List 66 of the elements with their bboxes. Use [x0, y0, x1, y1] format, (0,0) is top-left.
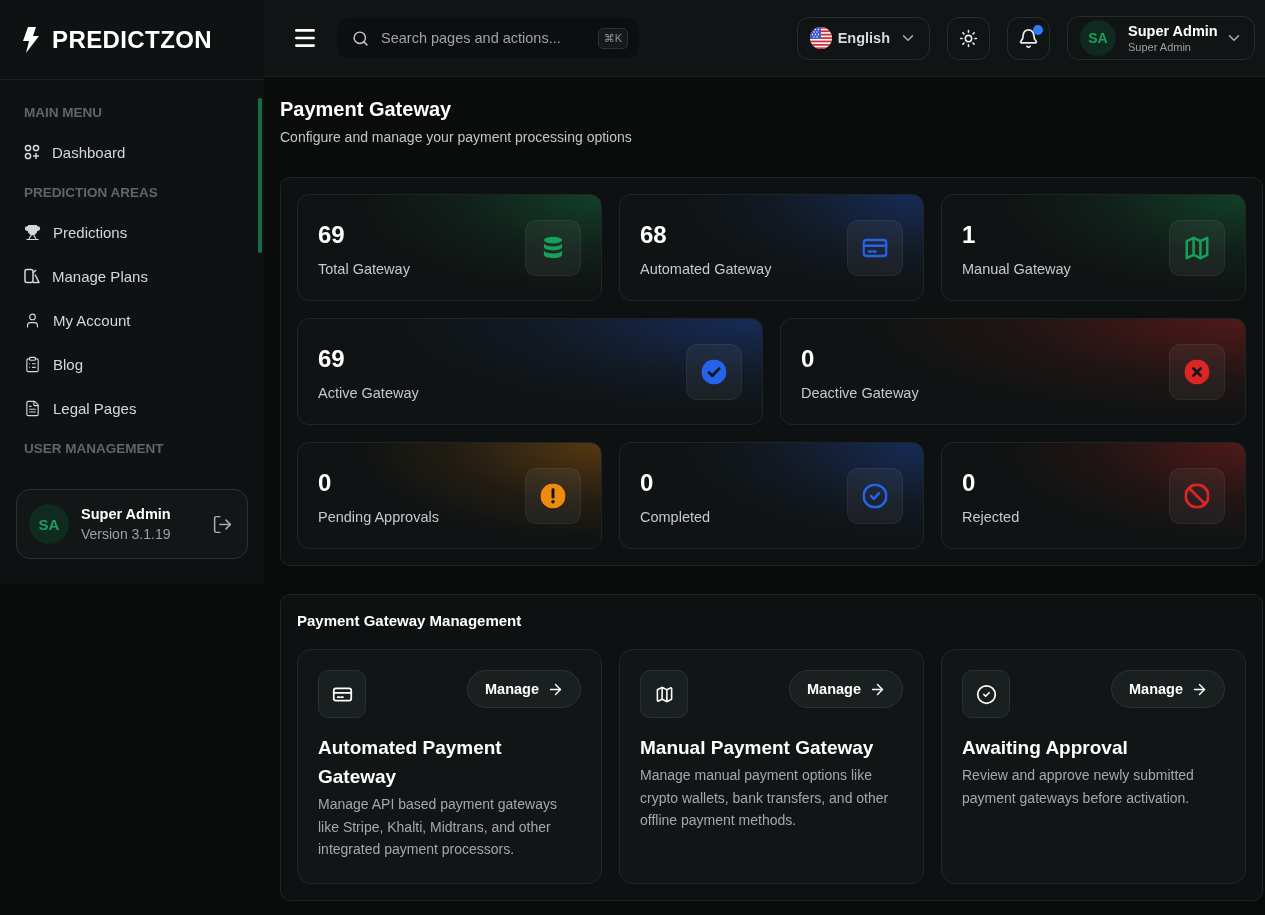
logo-text: PREDICTZON — [52, 25, 212, 54]
stat-value: 0 — [962, 467, 977, 498]
sun-icon — [959, 28, 978, 48]
manage-button[interactable]: Manage — [789, 670, 903, 708]
section-title: Payment Gateway Management — [297, 611, 523, 631]
card-description: Manage API based payment gateways like Stripe, Khalti, Midtrans, and other integrated payment processors. — [318, 795, 558, 859]
bolt-icon — [22, 26, 40, 53]
document-icon — [24, 399, 41, 417]
stat-label: Total Gateway — [318, 259, 410, 279]
card-description: Review and approve newly submitted payment gateways before activation. — [962, 766, 1195, 808]
sidebar-item[interactable]: Predictions — [24, 210, 240, 254]
shapes-icon — [24, 268, 40, 284]
flag-icon — [809, 27, 832, 49]
grid-icon — [24, 144, 40, 160]
stat-value: 0 — [318, 467, 333, 498]
sidebar-item[interactable]: Blog — [24, 342, 240, 386]
stat-value: 1 — [962, 219, 977, 250]
stat-label: Rejected — [962, 507, 1020, 527]
logout-button[interactable] — [212, 513, 233, 535]
stat-value: 69 — [318, 219, 346, 250]
page-title: Payment Gateway — [280, 97, 453, 122]
theme-toggle[interactable] — [947, 16, 990, 60]
manage-button[interactable]: Manage — [467, 670, 581, 708]
stat-label: Active Gateway — [318, 383, 419, 403]
logout-icon — [212, 513, 233, 535]
sidebar-item[interactable]: Legal Pages — [24, 386, 240, 430]
database-icon — [525, 219, 581, 276]
clipboard-icon — [24, 355, 41, 373]
stat-label: Completed — [640, 507, 711, 527]
stat-label: Manual Gateway — [962, 259, 1071, 279]
trophy-icon — [24, 223, 41, 241]
section-heading: USER MANAGEMENT — [24, 440, 165, 458]
scrollbar-thumb[interactable] — [258, 98, 262, 253]
stat-label: Pending Approvals — [318, 507, 439, 527]
language-select[interactable]: English — [796, 16, 930, 60]
sidebar-item[interactable]: Dashboard — [24, 130, 240, 174]
search-icon — [352, 29, 369, 47]
section-heading: PREDICTION AREAS — [24, 184, 159, 202]
section-heading: MAIN MENU — [24, 104, 103, 122]
stat-value: 69 — [318, 343, 346, 374]
stat-value: 0 — [640, 467, 655, 498]
user-menu[interactable]: SA Super Admin Super Admin — [1067, 16, 1255, 60]
user-avatar: SA — [29, 504, 69, 544]
stat-label: Deactive Gateway — [801, 383, 919, 403]
credit-card-icon — [318, 670, 366, 718]
sidebar-item[interactable]: My Account — [24, 298, 240, 342]
card-title: Awaiting Approval — [962, 736, 1129, 760]
user-name: Super Admin — [81, 506, 172, 522]
card-description: Manage manual payment options like crypto wallets, bank transfers, and other offline payment methods. — [640, 766, 890, 830]
notifications-button[interactable] — [1007, 16, 1050, 60]
stat-value: 68 — [640, 219, 668, 250]
card-title: Manual Payment Gateway — [640, 736, 875, 760]
version-text: Version 3.1.19 — [81, 526, 172, 542]
user-icon — [24, 311, 41, 329]
stat-label: Automated Gateway — [640, 259, 772, 279]
sidebar-item[interactable]: Manage Plans — [24, 254, 240, 298]
user-avatar: SA — [1080, 20, 1116, 56]
page-subtitle: Configure and manage your payment processing options — [280, 128, 633, 147]
credit-card-icon — [847, 219, 903, 276]
manage-button[interactable]: Manage — [1111, 670, 1225, 708]
card-title: Automated Payment Gateway — [318, 736, 503, 789]
bell-icon — [1018, 27, 1039, 49]
map-icon — [1169, 219, 1225, 276]
map-icon — [640, 670, 688, 718]
stat-value: 0 — [801, 343, 816, 374]
ban-icon — [1169, 467, 1225, 524]
